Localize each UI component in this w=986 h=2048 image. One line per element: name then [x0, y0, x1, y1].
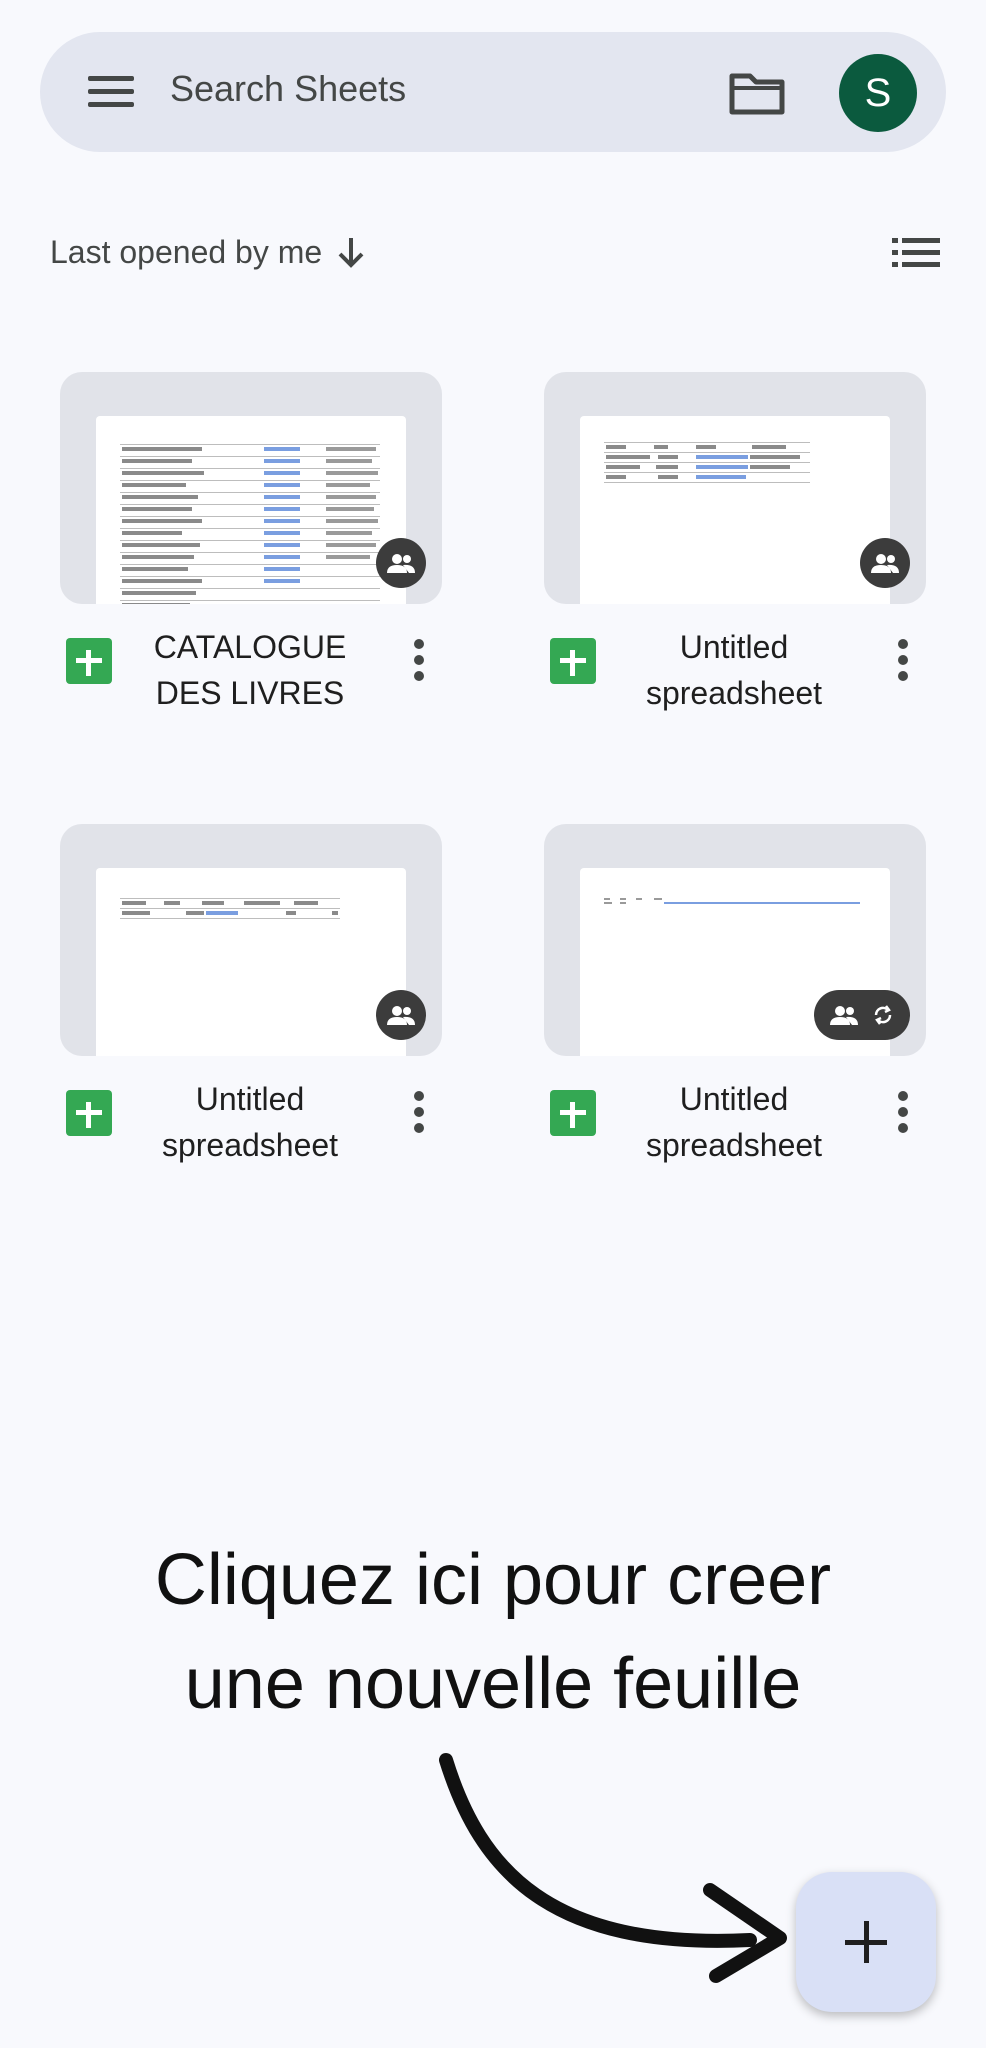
- sheets-icon: [66, 638, 112, 684]
- people-icon: [830, 1006, 858, 1025]
- more-vert-icon[interactable]: [896, 638, 910, 682]
- list-view-icon[interactable]: [892, 236, 940, 270]
- shared-sync-badge: [814, 990, 910, 1040]
- people-icon: [871, 554, 899, 573]
- file-thumbnail[interactable]: [544, 824, 926, 1056]
- shared-badge: [376, 990, 426, 1040]
- sync-icon: [874, 1005, 892, 1025]
- sheets-icon: [66, 1090, 112, 1136]
- more-vert-icon[interactable]: [896, 1090, 910, 1134]
- sheet-preview: [96, 868, 406, 1056]
- sheets-icon: [550, 1090, 596, 1136]
- more-vert-icon[interactable]: [412, 1090, 426, 1134]
- arrow-down-icon[interactable]: [336, 235, 366, 269]
- plus-icon: [845, 1921, 887, 1963]
- menu-icon[interactable]: [86, 70, 138, 114]
- file-title[interactable]: Untitled spreadsheet: [130, 1076, 370, 1168]
- people-icon: [387, 1006, 415, 1025]
- sheet-preview: [580, 416, 890, 604]
- sort-control[interactable]: Last opened by me: [50, 232, 366, 272]
- file-thumbnail[interactable]: [60, 372, 442, 604]
- instruction-line-1: Cliquez ici pour creer: [154, 1540, 832, 1620]
- curved-arrow-icon: [439, 1753, 787, 1983]
- search-input[interactable]: Search Sheets: [170, 68, 406, 110]
- file-thumbnail[interactable]: [544, 372, 926, 604]
- sheet-preview: [96, 416, 406, 604]
- file-thumbnail[interactable]: [60, 824, 442, 1056]
- file-title[interactable]: Untitled spreadsheet: [614, 624, 854, 716]
- people-icon: [387, 554, 415, 573]
- create-new-button[interactable]: [796, 1872, 936, 2012]
- file-title[interactable]: CATALOGUE DES LIVRES: [130, 624, 370, 716]
- sort-label[interactable]: Last opened by me: [50, 234, 322, 271]
- folder-icon[interactable]: [728, 70, 786, 116]
- search-bar[interactable]: Search Sheets S: [40, 32, 946, 152]
- instruction-annotation: Cliquez ici pour creer une nouvelle feui…: [0, 1528, 986, 1736]
- avatar[interactable]: S: [839, 54, 917, 132]
- sheets-icon: [550, 638, 596, 684]
- shared-badge: [860, 538, 910, 588]
- shared-badge: [376, 538, 426, 588]
- file-title[interactable]: Untitled spreadsheet: [614, 1076, 854, 1168]
- more-vert-icon[interactable]: [412, 638, 426, 682]
- instruction-line-2: une nouvelle feuille: [184, 1644, 802, 1724]
